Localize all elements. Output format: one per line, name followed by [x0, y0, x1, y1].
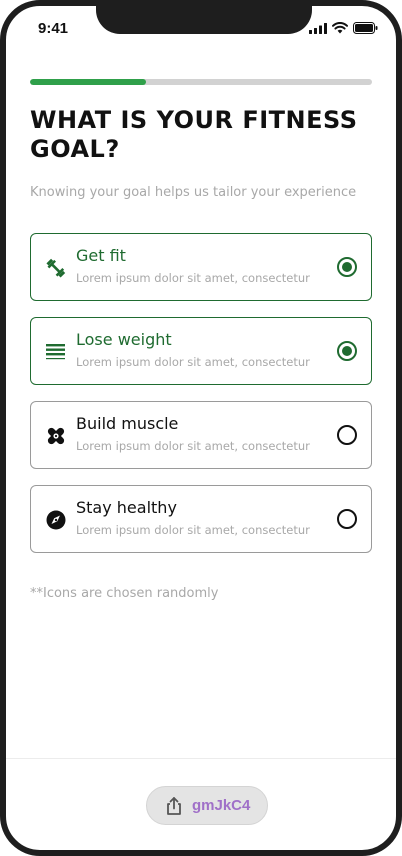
- share-button[interactable]: gmJkC4: [146, 786, 268, 825]
- page-title: WHAT IS YOUR FITNESS GOAL?: [30, 106, 358, 163]
- option-description: Lorem ipsum dolor sit amet, consectetur: [76, 355, 310, 369]
- page-subtitle: Knowing your goal helps us tailor your e…: [30, 185, 357, 200]
- phone-frame: 9:41 WHAT IS YOUR FITNESS GOAL? Knowing …: [0, 0, 402, 856]
- battery-icon: [353, 22, 378, 34]
- option-stay-healthy[interactable]: Stay healthy Lorem ipsum dolor sit amet,…: [30, 485, 372, 553]
- footnote: **Icons are chosen randomly: [30, 586, 219, 601]
- progress-bar: [30, 79, 372, 85]
- radio-button[interactable]: [337, 425, 357, 445]
- option-label: Get fit: [76, 246, 126, 265]
- option-build-muscle[interactable]: Build muscle Lorem ipsum dolor sit amet,…: [30, 401, 372, 469]
- radio-button[interactable]: [337, 509, 357, 529]
- lines-icon: [45, 341, 67, 363]
- signal-icon: [309, 22, 327, 34]
- compass-icon: [45, 509, 67, 531]
- share-icon: [164, 796, 184, 816]
- radio-button[interactable]: [337, 257, 357, 277]
- option-description: Lorem ipsum dolor sit amet, consectetur: [76, 439, 310, 453]
- bottom-divider: [6, 758, 396, 759]
- bandage-icon: [45, 425, 67, 447]
- status-time: 9:41: [38, 20, 69, 37]
- progress-fill: [30, 79, 147, 85]
- option-label: Stay healthy: [76, 498, 177, 517]
- option-description: Lorem ipsum dolor sit amet, consectetur: [76, 523, 310, 537]
- goal-options: Get fit Lorem ipsum dolor sit amet, cons…: [30, 233, 372, 569]
- notch: [96, 6, 312, 34]
- option-label: Build muscle: [76, 414, 179, 433]
- status-icons: [309, 22, 378, 34]
- dumbbell-icon: [45, 257, 67, 279]
- wifi-icon: [332, 22, 348, 34]
- option-label: Lose weight: [76, 330, 172, 349]
- radio-button[interactable]: [337, 341, 357, 361]
- share-code: gmJkC4: [192, 797, 251, 814]
- option-get-fit[interactable]: Get fit Lorem ipsum dolor sit amet, cons…: [30, 233, 372, 301]
- option-description: Lorem ipsum dolor sit amet, consectetur: [76, 271, 310, 285]
- option-lose-weight[interactable]: Lose weight Lorem ipsum dolor sit amet, …: [30, 317, 372, 385]
